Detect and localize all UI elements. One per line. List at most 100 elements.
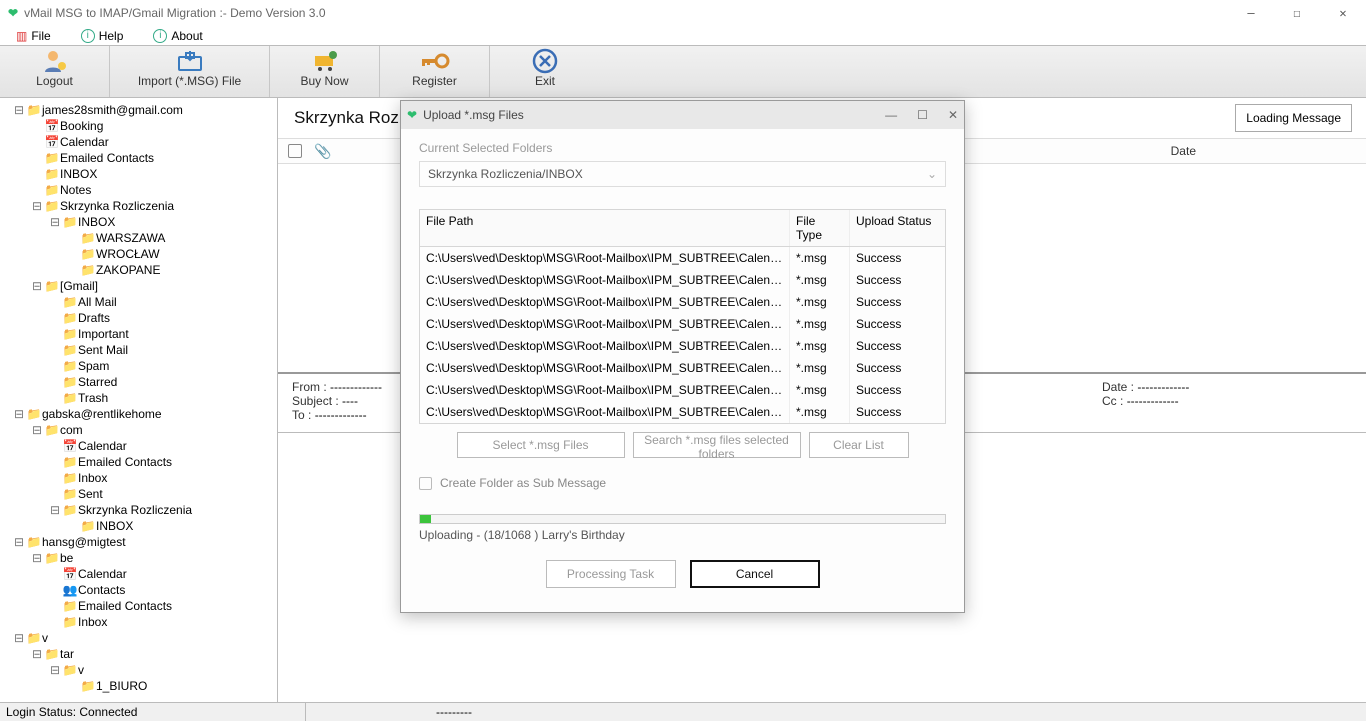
- tree-twisty[interactable]: [48, 455, 62, 469]
- tree-item[interactable]: 👥Contacts: [4, 582, 277, 598]
- tree-twisty[interactable]: [48, 327, 62, 341]
- tree-item[interactable]: 📁Notes: [4, 182, 277, 198]
- tree-twisty[interactable]: [66, 679, 80, 693]
- tree-item[interactable]: 📁WROCŁAW: [4, 246, 277, 262]
- tree-item[interactable]: ⊟📁v: [4, 662, 277, 678]
- tree-twisty[interactable]: [30, 135, 44, 149]
- tree-item[interactable]: 📁Drafts: [4, 310, 277, 326]
- tree-twisty[interactable]: [48, 471, 62, 485]
- table-row[interactable]: C:\Users\ved\Desktop\MSG\Root-Mailbox\IP…: [420, 291, 945, 313]
- tree-item[interactable]: ⊟📁Skrzynka Rozliczenia: [4, 502, 277, 518]
- date-column[interactable]: Date: [1171, 144, 1196, 158]
- tree-twisty[interactable]: [48, 583, 62, 597]
- close-button[interactable]: ✕: [1320, 0, 1366, 26]
- tree-item[interactable]: ⊟📁hansg@migtest: [4, 534, 277, 550]
- tree-twisty[interactable]: ⊟: [12, 103, 26, 117]
- tree-item[interactable]: 📁INBOX: [4, 518, 277, 534]
- tree-item[interactable]: 📁Emailed Contacts: [4, 150, 277, 166]
- tree-item[interactable]: 📅Calendar: [4, 438, 277, 454]
- tree-item[interactable]: 📁Sent Mail: [4, 342, 277, 358]
- logout-button[interactable]: Logout: [0, 46, 110, 97]
- tree-twisty[interactable]: [30, 183, 44, 197]
- tree-item[interactable]: 📅Calendar: [4, 566, 277, 582]
- tree-twisty[interactable]: [30, 151, 44, 165]
- table-row[interactable]: C:\Users\ved\Desktop\MSG\Root-Mailbox\IP…: [420, 247, 945, 269]
- clear-list-button[interactable]: Clear List: [809, 432, 909, 458]
- tree-item[interactable]: 📁Starred: [4, 374, 277, 390]
- tree-item[interactable]: ⊟📁be: [4, 550, 277, 566]
- cancel-button[interactable]: Cancel: [690, 560, 820, 588]
- tree-twisty[interactable]: [30, 119, 44, 133]
- create-subfolder-checkbox[interactable]: [419, 477, 432, 490]
- tree-item[interactable]: ⊟📁gabska@rentlikehome: [4, 406, 277, 422]
- dialog-maximize-button[interactable]: ☐: [917, 108, 928, 122]
- th-status[interactable]: Upload Status: [850, 210, 940, 246]
- tree-twisty[interactable]: ⊟: [12, 631, 26, 645]
- tree-item[interactable]: 📁All Mail: [4, 294, 277, 310]
- folder-combo[interactable]: Skrzynka Rozliczenia/INBOX ⌄: [419, 161, 946, 187]
- select-files-button[interactable]: Select *.msg Files: [457, 432, 625, 458]
- tree-item[interactable]: 📁ZAKOPANE: [4, 262, 277, 278]
- tree-item[interactable]: ⊟📁Skrzynka Rozliczenia: [4, 198, 277, 214]
- tree-item[interactable]: ⊟📁INBOX: [4, 214, 277, 230]
- tree-twisty[interactable]: ⊟: [12, 535, 26, 549]
- tree-twisty[interactable]: [48, 487, 62, 501]
- tree-item[interactable]: 📅Booking: [4, 118, 277, 134]
- tree-twisty[interactable]: [48, 439, 62, 453]
- tree-item[interactable]: 📁Trash: [4, 390, 277, 406]
- register-button[interactable]: Register: [380, 46, 490, 97]
- tree-item[interactable]: 📁INBOX: [4, 166, 277, 182]
- tree-item[interactable]: ⊟📁tar: [4, 646, 277, 662]
- tree-item[interactable]: 📁Important: [4, 326, 277, 342]
- dialog-close-button[interactable]: ✕: [948, 108, 958, 122]
- tree-item[interactable]: 📁WARSZAWA: [4, 230, 277, 246]
- table-row[interactable]: C:\Users\ved\Desktop\MSG\Root-Mailbox\IP…: [420, 269, 945, 291]
- tree-twisty[interactable]: ⊟: [30, 423, 44, 437]
- tree-item[interactable]: 📁Spam: [4, 358, 277, 374]
- th-filetype[interactable]: File Type: [790, 210, 850, 246]
- buynow-button[interactable]: Buy Now: [270, 46, 380, 97]
- tree-twisty[interactable]: ⊟: [48, 503, 62, 517]
- menu-about[interactable]: i About: [153, 29, 202, 43]
- tree-twisty[interactable]: [48, 295, 62, 309]
- tree-item[interactable]: 📁1_BIURO: [4, 678, 277, 694]
- processing-task-button[interactable]: Processing Task: [546, 560, 676, 588]
- tree-item[interactable]: 📁Sent: [4, 486, 277, 502]
- tree-twisty[interactable]: ⊟: [30, 551, 44, 565]
- table-row[interactable]: C:\Users\ved\Desktop\MSG\Root-Mailbox\IP…: [420, 357, 945, 379]
- tree-twisty[interactable]: [48, 615, 62, 629]
- tree-twisty[interactable]: [48, 311, 62, 325]
- tree-twisty[interactable]: [30, 167, 44, 181]
- tree-item[interactable]: 📁Emailed Contacts: [4, 454, 277, 470]
- select-all-checkbox[interactable]: [288, 144, 302, 158]
- minimize-button[interactable]: —: [1228, 0, 1274, 26]
- menu-help[interactable]: i Help: [81, 29, 124, 43]
- dialog-minimize-button[interactable]: —: [885, 108, 897, 122]
- tree-twisty[interactable]: ⊟: [30, 647, 44, 661]
- tree-item[interactable]: 📁Inbox: [4, 614, 277, 630]
- tree-twisty[interactable]: [48, 391, 62, 405]
- tree-twisty[interactable]: ⊟: [12, 407, 26, 421]
- tree-twisty[interactable]: ⊟: [48, 215, 62, 229]
- tree-item[interactable]: 📅Calendar: [4, 134, 277, 150]
- exit-button[interactable]: Exit: [490, 46, 600, 97]
- loading-message-button[interactable]: Loading Message: [1235, 104, 1352, 132]
- tree-item[interactable]: ⊟📁com: [4, 422, 277, 438]
- tree-item[interactable]: ⊟📁v: [4, 630, 277, 646]
- tree-item[interactable]: ⊟📁james28smith@gmail.com: [4, 102, 277, 118]
- tree-twisty[interactable]: [48, 599, 62, 613]
- search-files-button[interactable]: Search *.msg files selected folders: [633, 432, 801, 458]
- folder-tree[interactable]: ⊟📁james28smith@gmail.com 📅Booking 📅Calen…: [0, 98, 278, 702]
- maximize-button[interactable]: ☐: [1274, 0, 1320, 26]
- tree-item[interactable]: 📁Inbox: [4, 470, 277, 486]
- tree-twisty[interactable]: [66, 231, 80, 245]
- table-row[interactable]: C:\Users\ved\Desktop\MSG\Root-Mailbox\IP…: [420, 313, 945, 335]
- tree-item[interactable]: 📁Emailed Contacts: [4, 598, 277, 614]
- tree-twisty[interactable]: ⊟: [30, 199, 44, 213]
- table-row[interactable]: C:\Users\ved\Desktop\MSG\Root-Mailbox\IP…: [420, 335, 945, 357]
- import-button[interactable]: Import (*.MSG) File: [110, 46, 270, 97]
- menu-file[interactable]: ▥ File: [16, 29, 51, 43]
- tree-twisty[interactable]: [66, 247, 80, 261]
- tree-twisty[interactable]: ⊟: [48, 663, 62, 677]
- tree-twisty[interactable]: [66, 519, 80, 533]
